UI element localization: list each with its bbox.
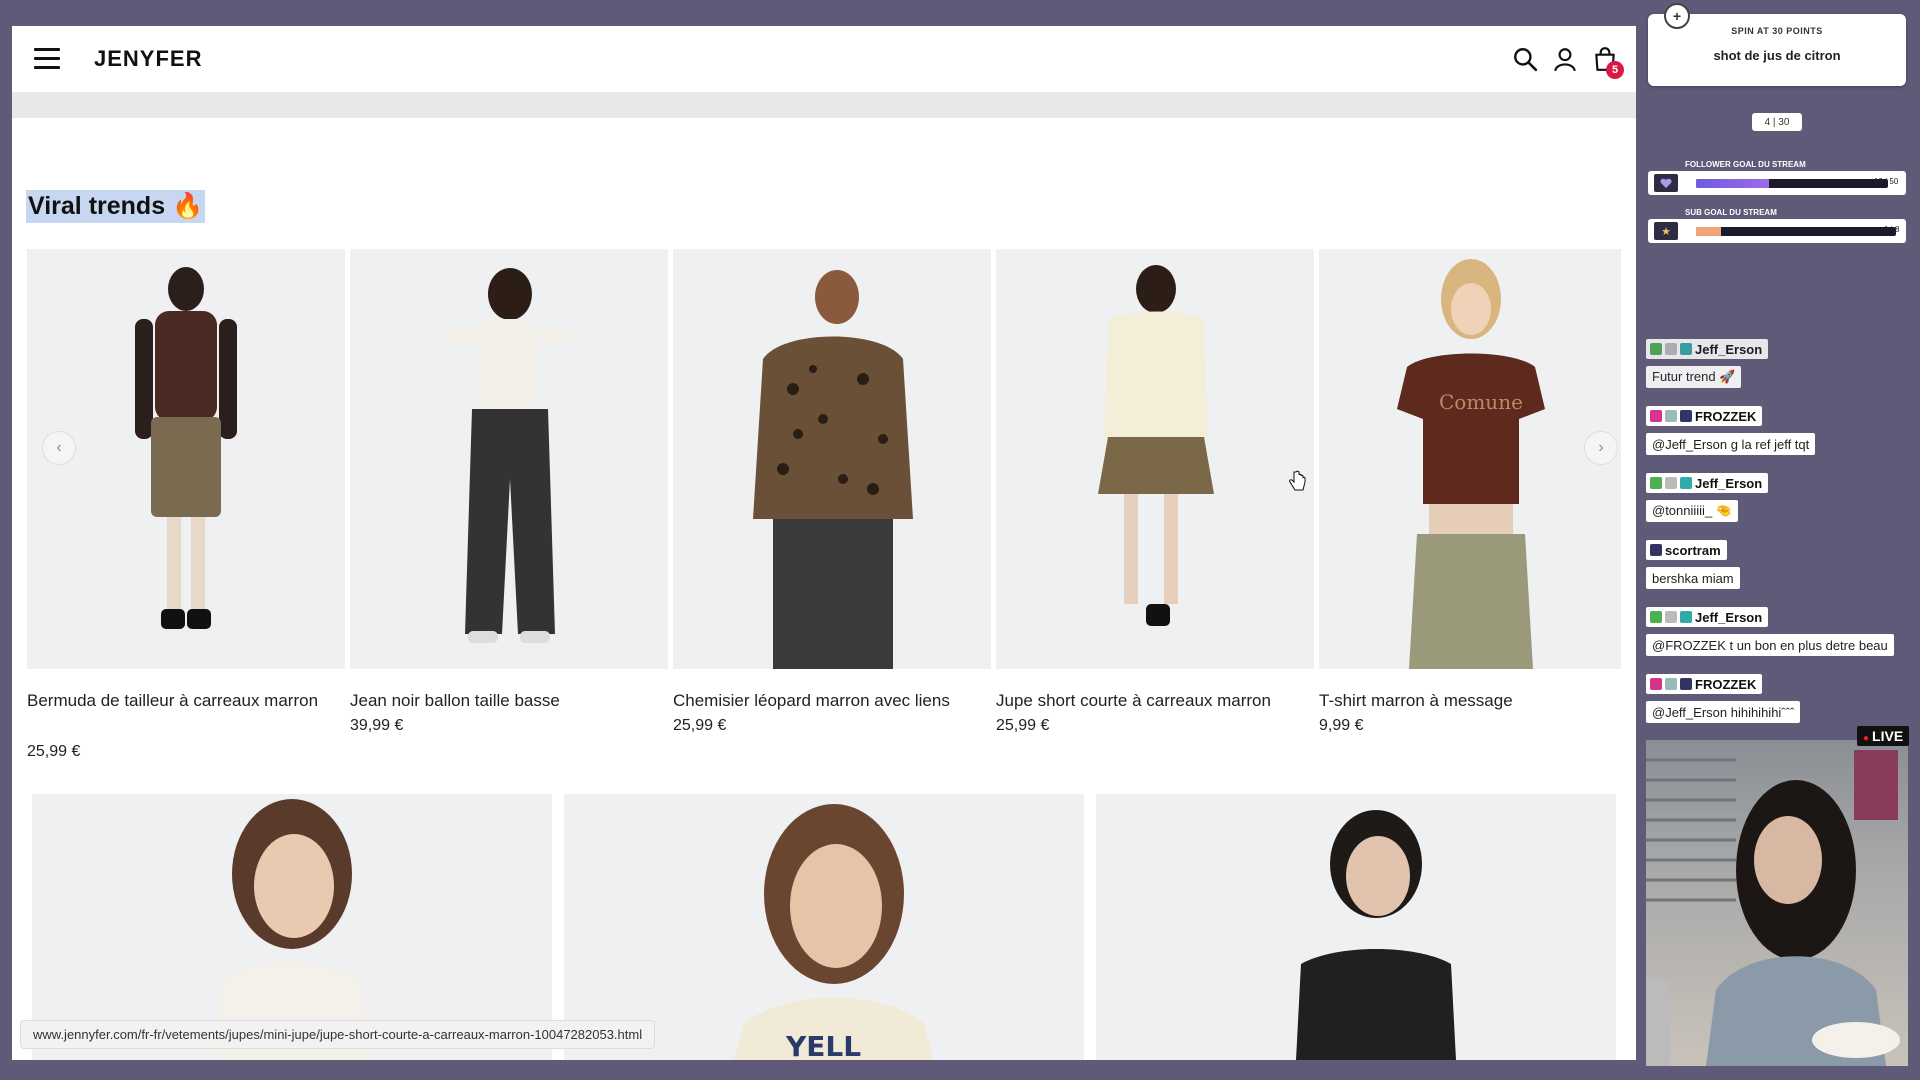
badge-icon [1665,611,1677,623]
follower-goal-fill [1696,179,1769,188]
spin-prev-reward [1648,36,1906,46]
spin-title: SPIN AT 30 POINTS [1731,26,1823,36]
sub-goal-bar: ★ 1 | 8 [1648,219,1906,243]
badge-icon [1680,343,1692,355]
sub-goal-track [1696,227,1896,236]
badge-icon [1665,678,1677,690]
product-price: 9,99 € [1319,717,1364,734]
product-name[interactable]: Jupe short courte à carreaux marron [996,688,1314,714]
product-price: 25,99 € [673,717,727,734]
product-name[interactable]: T-shirt marron à message [1319,688,1621,714]
carousel-prev-button[interactable]: ‹ [42,431,76,465]
product-image[interactable]: Comune [1319,249,1621,669]
svg-text:Comune: Comune [1439,390,1523,414]
chat-username: Jeff_Erson [1646,473,1769,493]
search-icon[interactable] [1512,46,1538,72]
product-price: 39,99 € [350,717,404,734]
badge-icon [1680,410,1692,422]
user-icon[interactable] [1552,46,1578,72]
chat-username: Jeff_Erson [1646,607,1769,627]
chat-message: @FROZZEK t un bon en plus detre beau [1646,634,1894,656]
star-icon: ★ [1654,222,1678,240]
chat-message: @Jeff_Erson g la ref jeff tqt [1646,433,1816,455]
follower-goal-value: 19 | 50 [1874,177,1899,186]
product-image[interactable] [996,249,1314,669]
badge-icon [1650,343,1662,355]
chat-message: Futur trend 🚀 [1646,366,1742,388]
sub-goal-label: SUB GOAL DU STREAM [1685,208,1777,217]
follower-goal-track [1696,179,1888,188]
follower-goal-bar: 19 | 50 [1648,171,1906,195]
badge-icon [1665,477,1677,489]
svg-text:YELL: YELL [785,1030,861,1060]
plus-icon: + [1664,3,1690,29]
product-price: 25,99 € [996,717,1050,734]
follower-goal-label: FOLLOWER GOAL DU STREAM [1685,160,1806,169]
sub-goal-fill [1696,227,1721,236]
spin-reward: shot de jus de citron [1713,48,1841,63]
badge-icon [1650,611,1662,623]
hand-cursor-icon [1289,470,1306,491]
product-image[interactable] [27,249,345,669]
chat-username: FROZZEK [1646,406,1763,426]
chat-message: @Jeff_Erson hihihihihiˆˆˆ [1646,701,1801,723]
product-name[interactable]: Chemisier léopard marron avec liens [673,688,991,714]
chat-username: FROZZEK [1646,674,1763,694]
product-image[interactable] [1096,794,1616,1060]
chat-message: bershka miam [1646,567,1740,589]
badge-icon [1650,477,1662,489]
chat-username: Jeff_Erson [1646,339,1769,359]
badge-icon [1650,410,1662,422]
browser-viewport: JENYFER 5 Viral trends 🔥 ‹ Comune › Berm… [12,26,1636,1060]
menu-icon[interactable] [34,48,60,70]
badge-icon [1680,477,1692,489]
badge-icon [1650,678,1662,690]
section-title: Viral trends 🔥 [26,190,206,223]
status-bar-url: www.jennyfer.com/fr-fr/vetements/jupes/m… [20,1020,656,1049]
live-badge: ● LIVE [1857,726,1910,746]
site-header: JENYFER 5 [12,26,1636,92]
badge-icon [1650,544,1662,556]
cart-count-badge: 5 [1606,61,1624,79]
spin-reward-card: SPIN AT 30 POINTS shot de jus de citron [1648,14,1906,86]
product-image[interactable] [673,249,991,669]
badge-icon [1665,410,1677,422]
product-image[interactable] [350,249,668,669]
sub-goal-value: 1 | 8 [1884,225,1900,234]
webcam-feed [1646,740,1908,1066]
carousel-next-button[interactable]: › [1584,431,1618,465]
badge-icon [1680,611,1692,623]
badge-icon [1680,678,1692,690]
chat-message: @tonniiiii_ 🤏 [1646,500,1738,522]
spin-count: 4 | 30 [1752,113,1802,131]
chat-username: scortram [1646,540,1727,560]
product-price: 25,99 € [27,743,81,760]
product-name[interactable]: Bermuda de tailleur à carreaux marron [27,688,327,714]
heart-icon [1654,174,1678,192]
badge-icon [1665,343,1677,355]
site-logo[interactable]: JENYFER [94,46,202,72]
product-name[interactable]: Jean noir ballon taille basse [350,688,668,714]
promo-bar [12,92,1636,118]
